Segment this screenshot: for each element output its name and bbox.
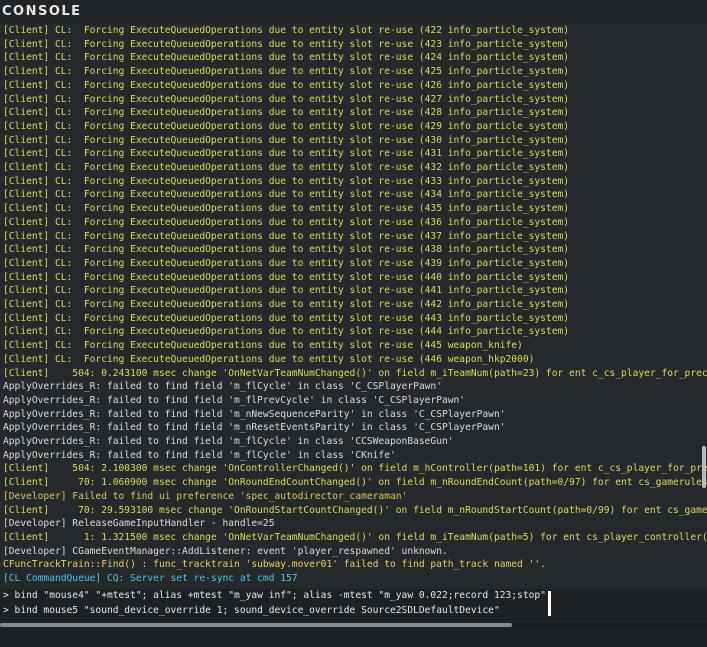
log-line: [Client] 1: 1.321500 msec change 'OnNetV… (3, 531, 707, 543)
log-line: [Client] CL: Forcing ExecuteQueuedOperat… (3, 175, 570, 187)
bottom-bar (0, 628, 707, 647)
log-line: [Client] CL: Forcing ExecuteQueuedOperat… (3, 340, 523, 352)
log-line: [Client] CL: Forcing ExecuteQueuedOperat… (3, 299, 570, 310)
log-line: [Client] CL: Forcing ExecuteQueuedOperat… (3, 353, 535, 365)
log-line: [Client] CL: Forcing ExecuteQueuedOperat… (3, 244, 570, 256)
log-line: [Client] CL: Forcing ExecuteQueuedOperat… (3, 134, 570, 146)
text-cursor (548, 591, 551, 616)
log-line: [Client] CL: Forcing ExecuteQueuedOperat… (3, 162, 570, 173)
log-line: [Client] CL: Forcing ExecuteQueuedOperat… (3, 189, 570, 201)
log-line: [Client] CL: Forcing ExecuteQueuedOperat… (3, 93, 570, 105)
log-line: [Developer] Failed to find ui preference… (3, 490, 408, 502)
log-line: [Client] CL: Forcing ExecuteQueuedOperat… (3, 66, 570, 78)
log-line: [Client] 504: 0.243100 msec change 'OnNe… (3, 367, 707, 379)
log-line: [Client] CL: Forcing ExecuteQueuedOperat… (3, 326, 570, 338)
log-line: [Client] CL: Forcing ExecuteQueuedOperat… (3, 271, 570, 283)
log-line: [Client] CL: Forcing ExecuteQueuedOperat… (3, 52, 570, 64)
log-line: [Client] CL: Forcing ExecuteQueuedOperat… (3, 285, 570, 297)
console-input-area[interactable]: > bind "mouse4" "+mtest"; alias +mtest "… (0, 589, 707, 621)
log-line: ApplyOverrides_R: failed to find field '… (3, 436, 454, 447)
log-line: [Client] CL: Forcing ExecuteQueuedOperat… (3, 230, 570, 242)
log-line: [Client] CL: Forcing ExecuteQueuedOperat… (3, 203, 570, 215)
vertical-scrollbar-thumb[interactable] (702, 446, 706, 488)
horizontal-scrollbar-thumb[interactable] (0, 623, 512, 627)
title-bar[interactable]: CONSOLE (0, 0, 707, 24)
console-log[interactable]: [Client] CL: Forcing ExecuteQueuedOperat… (0, 24, 707, 589)
log-line: ApplyOverrides_R: failed to find field '… (3, 408, 506, 420)
log-line: [Client] CL: Forcing ExecuteQueuedOperat… (3, 120, 570, 132)
input-history-line: > bind "mouse4" "+mtest"; alias +mtest "… (3, 590, 552, 601)
log-line: [Client] CL: Forcing ExecuteQueuedOperat… (3, 107, 570, 119)
log-line: [Client] CL: Forcing ExecuteQueuedOperat… (3, 79, 570, 91)
log-line: [Client] 70: 1.060900 msec change 'OnRou… (3, 477, 707, 489)
log-line: [Client] CL: Forcing ExecuteQueuedOperat… (3, 25, 570, 36)
log-line: [Client] CL: Forcing ExecuteQueuedOperat… (3, 312, 570, 324)
log-line: [Client] CL: Forcing ExecuteQueuedOperat… (3, 148, 570, 160)
log-line: ApplyOverrides_R: failed to find field '… (3, 449, 396, 461)
log-line: [Client] CL: Forcing ExecuteQueuedOperat… (3, 216, 570, 228)
input-history-line: > bind mouse5 "sound_device_override 1; … (3, 605, 500, 616)
log-line: [Client] 504: 2.100300 msec change 'OnCo… (3, 463, 707, 475)
log-line: [Client] 70: 29.593100 msec change 'OnRo… (3, 504, 707, 516)
log-line: ApplyOverrides_R: failed to find field '… (3, 422, 506, 434)
log-line: CFuncTrackTrain::Find() : func_tracktrai… (3, 559, 546, 571)
log-line: ApplyOverrides_R: failed to find field '… (3, 381, 442, 393)
log-line: [Client] CL: Forcing ExecuteQueuedOperat… (3, 38, 570, 50)
log-line: [Developer] CGameEventManager::AddListen… (3, 545, 448, 557)
log-line: [CL CommandQueue] CQ: Server set re-sync… (3, 573, 298, 584)
log-line: ApplyOverrides_R: failed to find field '… (3, 394, 466, 406)
console-window: CONSOLE [Client] CL: Forcing ExecuteQueu… (0, 0, 707, 647)
log-line: [Developer] ReleaseGameInputHandler - ha… (3, 518, 275, 530)
console-title: CONSOLE (2, 4, 82, 19)
log-line: [Client] CL: Forcing ExecuteQueuedOperat… (3, 257, 570, 269)
